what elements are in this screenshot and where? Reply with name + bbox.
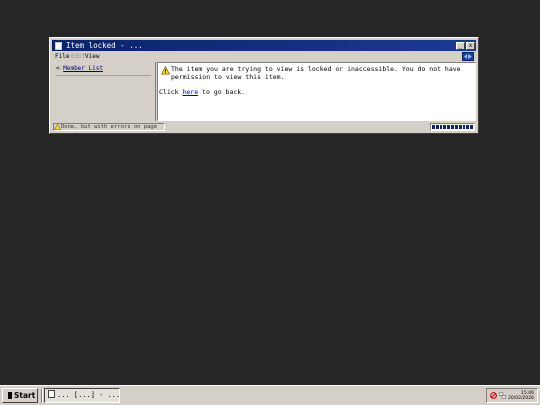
task-label: ... [...] - ... — [57, 391, 120, 399]
system-tray: 15:06 20/02/2026 — [486, 388, 538, 403]
menu-view[interactable]: View — [85, 53, 99, 60]
title-bar[interactable]: Item locked - ... _ x — [52, 40, 476, 51]
start-button[interactable]: Start — [2, 388, 38, 403]
status-bar: Done, but with errors on page — [52, 122, 476, 132]
back-prefix: Click — [159, 88, 183, 96]
clock-date: 20/02/2026 — [508, 396, 534, 401]
warning-triangle-icon — [161, 66, 170, 75]
back-suffix: to go back. — [198, 88, 246, 96]
member-list-link[interactable]: Member List — [63, 65, 103, 72]
locked-message: The item you are trying to view is locke… — [171, 65, 461, 81]
menu-edit[interactable]: Edit — [71, 53, 85, 60]
window-title: Item locked - ... — [66, 41, 143, 50]
page-icon — [55, 42, 62, 50]
throbber-icon — [462, 52, 474, 61]
window-app-icon — [48, 390, 55, 398]
menu-file[interactable]: File — [55, 53, 69, 60]
sidebar: < Member List — [53, 62, 156, 121]
taskbar-divider — [41, 389, 43, 403]
close-button[interactable]: x — [466, 42, 475, 50]
network-icon[interactable] — [499, 392, 506, 399]
minimize-button[interactable]: _ — [456, 42, 465, 50]
sidebar-divider — [56, 75, 151, 76]
sidebar-item-member-list: < Member List — [56, 65, 103, 72]
taskbar-window-button[interactable]: ... [...] - ... — [44, 388, 120, 403]
taskbar: Start ... [...] - ... 15:06 20/02/2026 — [0, 385, 540, 405]
browser-window: Item locked - ... _ x File Edit View < M… — [49, 37, 479, 134]
status-text-cell[interactable]: Done, but with errors on page — [53, 123, 165, 131]
progress-bar — [430, 123, 475, 131]
start-label: Start — [14, 391, 36, 400]
clock[interactable]: 15:06 20/02/2026 — [508, 391, 534, 401]
start-logo-icon — [6, 392, 12, 399]
error-warning-icon — [54, 124, 61, 130]
here-link[interactable]: here — [182, 88, 198, 96]
status-text: Done, but with errors on page — [61, 124, 158, 130]
back-line: Click here to go back. — [159, 88, 245, 96]
menu-bar: File Edit View — [52, 52, 476, 61]
no-entry-icon[interactable] — [490, 392, 497, 399]
content-pane: The item you are trying to view is locke… — [157, 62, 476, 121]
